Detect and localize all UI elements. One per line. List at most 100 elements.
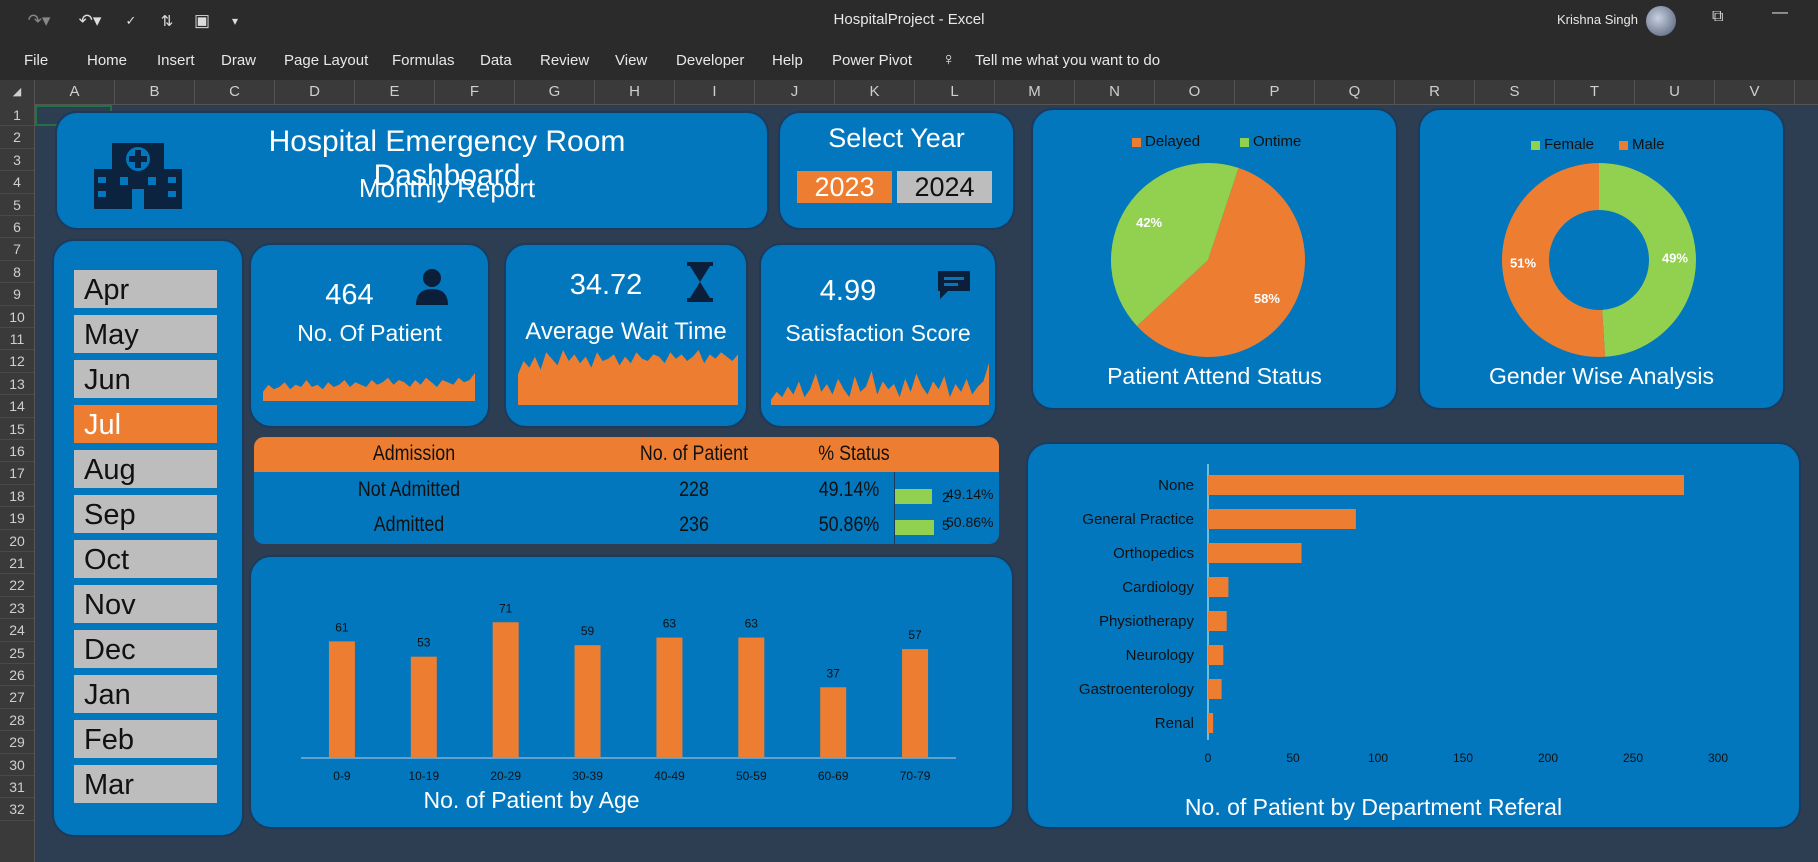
row-header-30[interactable]: 30 (0, 754, 34, 776)
column-header-a[interactable]: A (35, 80, 115, 104)
column-header-e[interactable]: E (355, 80, 435, 104)
tab-developer[interactable]: Developer (676, 52, 744, 69)
month-button-jun[interactable]: Jun (74, 360, 217, 398)
column-header-c[interactable]: C (195, 80, 275, 104)
lightbulb-icon[interactable]: ♀ (942, 49, 956, 70)
row-header-2[interactable]: 2 (0, 126, 34, 149)
column-header-v[interactable]: V (1715, 80, 1795, 104)
column-header-i[interactable]: I (675, 80, 755, 104)
row-header-29[interactable]: 29 (0, 731, 34, 754)
row-header-10[interactable]: 10 (0, 306, 34, 328)
user-name[interactable]: Krishna Singh (1557, 12, 1638, 27)
row-header-31[interactable]: 31 (0, 776, 34, 799)
row-header-24[interactable]: 24 (0, 619, 34, 642)
row-header-3[interactable]: 3 (0, 149, 34, 172)
tab-data[interactable]: Data (480, 52, 512, 69)
year-button-2024[interactable]: 2024 (897, 171, 992, 203)
row-header-28[interactable]: 28 (0, 709, 34, 732)
admission-header: Admission (372, 442, 456, 465)
row-header-25[interactable]: 25 (0, 642, 34, 664)
month-button-may[interactable]: May (74, 315, 217, 353)
age-bar-50-59 (738, 637, 765, 758)
year-button-2023[interactable]: 2023 (797, 171, 892, 203)
row-header-5[interactable]: 5 (0, 194, 34, 216)
row-header-23[interactable]: 23 (0, 597, 34, 620)
row-header-27[interactable]: 27 (0, 686, 34, 709)
column-header-d[interactable]: D (275, 80, 355, 104)
dept-bar-gastroenterology (1208, 679, 1222, 699)
tab-draw[interactable]: Draw (221, 52, 256, 69)
row-header-4[interactable]: 4 (0, 171, 34, 194)
legend-ontime-swatch (1240, 137, 1249, 147)
hospital-icon (94, 143, 182, 209)
month-button-jan[interactable]: Jan (74, 675, 217, 713)
row-header-16[interactable]: 16 (0, 440, 34, 463)
column-header-f[interactable]: F (435, 80, 515, 104)
row-header-17[interactable]: 17 (0, 462, 34, 485)
column-header-b[interactable]: B (115, 80, 195, 104)
row-header-21[interactable]: 21 (0, 552, 34, 575)
column-header-l[interactable]: L (915, 80, 995, 104)
tab-view[interactable]: View (615, 52, 647, 69)
department-bar-chart: None General Practice Orthopedics Cardiolog… (1079, 464, 1728, 765)
column-header-g[interactable]: G (515, 80, 595, 104)
tab-review[interactable]: Review (540, 52, 589, 69)
row-header-22[interactable]: 22 (0, 574, 34, 597)
row-header-9[interactable]: 9 (0, 283, 34, 306)
row-header-15[interactable]: 15 (0, 418, 34, 440)
tab-insert[interactable]: Insert (157, 52, 195, 69)
row-header-12[interactable]: 12 (0, 350, 34, 373)
column-header-s[interactable]: S (1475, 80, 1555, 104)
row-header-26[interactable]: 26 (0, 664, 34, 687)
month-button-oct[interactable]: Oct (74, 540, 217, 578)
month-button-apr[interactable]: Apr (74, 270, 217, 308)
header-card: Hospital Emergency Room Dashboard Monthl… (55, 111, 769, 230)
admitted-databar-label: 50.86% (946, 514, 994, 530)
column-header-j[interactable]: J (755, 80, 835, 104)
avatar[interactable] (1646, 6, 1676, 36)
row-header-20[interactable]: 20 (0, 530, 34, 552)
column-header-p[interactable]: P (1235, 80, 1315, 104)
month-button-feb[interactable]: Feb (74, 720, 217, 758)
column-header-n[interactable]: N (1075, 80, 1155, 104)
tab-file[interactable]: File (24, 52, 48, 69)
tab-help[interactable]: Help (772, 52, 803, 69)
minimize-icon[interactable]: — (1772, 4, 1788, 22)
tab-page-layout[interactable]: Page Layout (284, 52, 368, 69)
legend-ontime: Ontime (1240, 133, 1301, 150)
column-header-u[interactable]: U (1635, 80, 1715, 104)
column-header-h[interactable]: H (595, 80, 675, 104)
column-header-o[interactable]: O (1155, 80, 1235, 104)
select-all-corner[interactable]: ◢ (0, 80, 35, 104)
row-header-6[interactable]: 6 (0, 216, 34, 239)
month-button-aug[interactable]: Aug (74, 450, 217, 488)
row-header-8[interactable]: 8 (0, 261, 34, 284)
row-header-19[interactable]: 19 (0, 507, 34, 530)
age-tick-20-29: 20-29 (490, 769, 521, 783)
column-header-m[interactable]: M (995, 80, 1075, 104)
month-button-sep[interactable]: Sep (74, 495, 217, 533)
month-button-nov[interactable]: Nov (74, 585, 217, 623)
row-header-13[interactable]: 13 (0, 373, 34, 396)
row-header-1[interactable]: 1 (0, 104, 34, 127)
column-header-k[interactable]: K (835, 80, 915, 104)
age-bar-chart: 61 0-9 53 10-19 71 20-29 59 30-39 63 40-49 63 50-59… (301, 601, 956, 783)
column-header-r[interactable]: R (1395, 80, 1475, 104)
month-button-dec[interactable]: Dec (74, 630, 217, 668)
column-header-q[interactable]: Q (1315, 80, 1395, 104)
column-header-t[interactable]: T (1555, 80, 1635, 104)
tab-power-pivot[interactable]: Power Pivot (832, 52, 912, 69)
row-header-32[interactable]: 32 (0, 798, 34, 821)
tab-home[interactable]: Home (87, 52, 127, 69)
ribbon-display-options-icon[interactable]: ⧉ (1712, 8, 1723, 26)
dept-xtick-200: 200 (1538, 751, 1558, 765)
dept-xtick-150: 150 (1453, 751, 1473, 765)
tell-me-search[interactable]: Tell me what you want to do (975, 52, 1160, 69)
month-button-jul[interactable]: Jul (74, 405, 217, 443)
row-header-18[interactable]: 18 (0, 485, 34, 508)
row-header-11[interactable]: 11 (0, 328, 34, 351)
row-header-7[interactable]: 7 (0, 238, 34, 261)
dept-label-cardiology: Cardiology (1122, 579, 1194, 596)
tab-formulas[interactable]: Formulas (392, 52, 455, 69)
row-header-14[interactable]: 14 (0, 395, 34, 418)
